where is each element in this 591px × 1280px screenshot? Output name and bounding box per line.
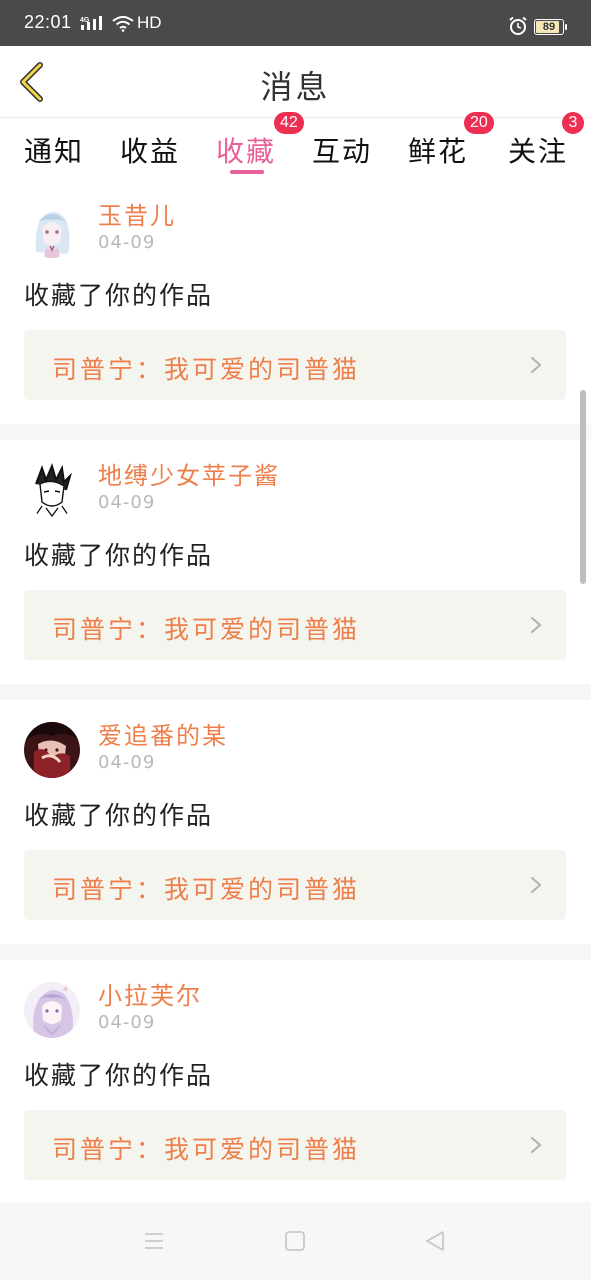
wifi-icon	[112, 16, 134, 32]
lavender-girl-avatar-icon[interactable]	[24, 982, 80, 1038]
active-tab-indicator	[230, 170, 264, 174]
anime-girl-avatar-icon[interactable]	[24, 202, 80, 258]
work-title: 司普宁：我可爱的司普猫	[52, 615, 361, 644]
work-link[interactable]: 司普宁：我可爱的司普猫	[24, 330, 566, 400]
action-text: 收藏了你的作品	[24, 1061, 214, 1090]
home-square-icon[interactable]	[283, 1229, 307, 1253]
alarm-icon	[509, 16, 527, 35]
username[interactable]: 玉昔儿	[98, 196, 176, 231]
username[interactable]: 地缚少女苹子酱	[98, 456, 280, 491]
flowers-badge: 20	[464, 112, 494, 134]
status-time: 22:01	[24, 12, 72, 32]
work-title: 司普宁：我可爱的司普猫	[52, 1135, 361, 1164]
favorites-badge: 42	[274, 112, 304, 134]
scrollbar[interactable]	[580, 390, 586, 584]
message-date: 04-09	[98, 1012, 156, 1033]
chevron-right-icon	[531, 617, 542, 633]
message-card: 地缚少女苹子酱 04-09 收藏了你的作品 司普宁：我可爱的司普猫	[0, 440, 591, 684]
status-bar: 22:01 4G HD 89	[0, 0, 591, 46]
tab-bar: 通知 收益 收藏 42 互动 鲜花 20 关注 3	[0, 112, 591, 180]
action-text: 收藏了你的作品	[24, 801, 214, 830]
work-title: 司普宁：我可爱的司普猫	[52, 875, 361, 904]
hd-label: HD	[137, 13, 162, 32]
menu-icon[interactable]	[142, 1229, 166, 1253]
page-title: 消息	[260, 68, 331, 106]
work-link[interactable]: 司普宁：我可爱的司普猫	[24, 590, 566, 660]
message-date: 04-09	[98, 232, 156, 253]
message-date: 04-09	[98, 752, 156, 773]
work-link[interactable]: 司普宁：我可爱的司普猫	[24, 850, 566, 920]
battery-level: 89	[542, 21, 556, 33]
chevron-right-icon	[531, 1137, 542, 1153]
work-title: 司普宁：我可爱的司普猫	[52, 355, 361, 384]
header: 消息	[0, 46, 591, 118]
tab-favorites[interactable]: 收藏	[216, 130, 276, 170]
message-card: 玉昔儿 04-09 收藏了你的作品 司普宁：我可爱的司普猫	[0, 180, 591, 424]
tab-earnings[interactable]: 收益	[120, 130, 180, 170]
action-text: 收藏了你的作品	[24, 281, 214, 310]
follows-badge: 3	[562, 112, 584, 134]
username[interactable]: 爱追番的某	[98, 716, 228, 751]
battery-icon: 89	[534, 19, 567, 35]
work-link[interactable]: 司普宁：我可爱的司普猫	[24, 1110, 566, 1180]
username[interactable]: 小拉芙尔	[98, 976, 202, 1011]
signal-icon: 4G	[80, 16, 102, 30]
back-triangle-icon[interactable]	[423, 1229, 447, 1253]
tab-follows[interactable]: 关注	[508, 130, 568, 170]
chevron-right-icon	[531, 357, 542, 373]
system-nav-bar	[0, 1202, 591, 1280]
dark-red-character-avatar-icon[interactable]	[24, 722, 80, 778]
message-card: 小拉芙尔 04-09 收藏了你的作品 司普宁：我可爱的司普猫	[0, 960, 591, 1204]
tab-interactions[interactable]: 互动	[312, 130, 372, 170]
sketch-character-avatar-icon[interactable]	[24, 462, 80, 518]
tab-notifications[interactable]: 通知	[24, 130, 84, 170]
message-date: 04-09	[98, 492, 156, 513]
message-card: 爱追番的某 04-09 收藏了你的作品 司普宁：我可爱的司普猫	[0, 700, 591, 944]
tab-flowers[interactable]: 鲜花	[408, 130, 468, 170]
action-text: 收藏了你的作品	[24, 541, 214, 570]
chevron-right-icon	[531, 877, 542, 893]
